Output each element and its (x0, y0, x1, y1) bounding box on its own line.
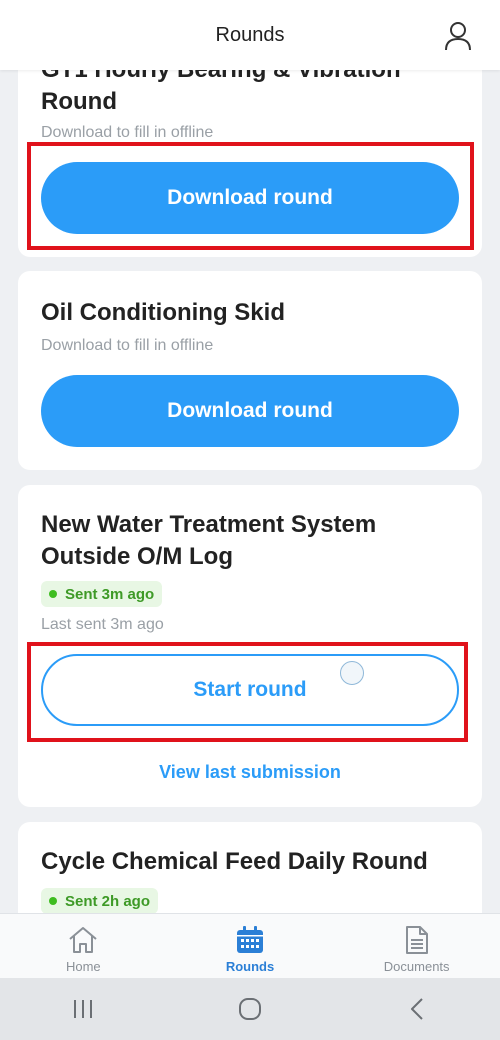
bottom-tab-bar: Home Rounds Documents (0, 913, 500, 978)
app-root: Rounds GT1 Hourly Bearing & Vibration Ro… (0, 0, 500, 1040)
round-card: New Water Treatment System Outside O/M L… (18, 485, 482, 807)
document-icon (405, 926, 428, 954)
round-card: Oil Conditioning Skid Download to fill i… (18, 271, 482, 470)
recents-icon (74, 1000, 93, 1018)
view-last-submission-link[interactable]: View last submission (18, 762, 482, 783)
user-icon (445, 22, 471, 51)
round-title: Cycle Chemical Feed Daily Round (41, 848, 428, 875)
status-badge-label: Sent 3m ago (65, 585, 155, 603)
back-chevron-icon (410, 998, 423, 1020)
status-badge-label: Sent 2h ago (65, 892, 151, 910)
system-nav-bar (0, 978, 500, 1040)
tab-label: Home (65, 959, 101, 974)
tab-rounds[interactable]: Rounds (167, 914, 334, 978)
back-button[interactable] (387, 989, 447, 1029)
round-subtitle: Last sent 3m ago (41, 616, 164, 633)
round-subtitle: Download to fill in offline (41, 124, 214, 141)
status-badge: Sent 2h ago (41, 888, 159, 913)
calendar-icon (237, 926, 263, 953)
tab-documents[interactable]: Documents (333, 914, 500, 978)
round-title: New Water Treatment System Outside O/M L… (41, 511, 377, 570)
round-title: Oil Conditioning Skid (41, 299, 285, 326)
home-icon (69, 927, 97, 953)
round-title: GT1 Hourly Bearing & Vibration Round (41, 70, 401, 115)
round-card: Cycle Chemical Feed Daily Round Sent 2h … (18, 822, 482, 913)
touch-indicator (340, 661, 364, 685)
home-system-button[interactable] (220, 989, 280, 1029)
download-round-button[interactable]: Download round (41, 375, 459, 447)
top-app-bar: Rounds (0, 0, 500, 70)
recents-button[interactable] (53, 989, 113, 1029)
download-round-button[interactable]: Download round (41, 162, 459, 234)
round-subtitle: Download to fill in offline (41, 337, 214, 354)
start-round-button[interactable]: Start round (41, 654, 459, 726)
rounds-list[interactable]: GT1 Hourly Bearing & Vibration Round Dow… (0, 70, 500, 913)
round-card: GT1 Hourly Bearing & Vibration Round Dow… (18, 70, 482, 257)
profile-button[interactable] (442, 19, 474, 53)
tab-label: Rounds (225, 959, 275, 974)
tab-label: Documents (383, 959, 450, 974)
tab-home[interactable]: Home (0, 914, 167, 978)
circle-home-icon (238, 998, 261, 1020)
status-badge: Sent 3m ago (41, 581, 163, 607)
status-dot-icon (49, 590, 57, 598)
status-dot-icon (49, 897, 57, 905)
page-title: Rounds (215, 23, 285, 46)
